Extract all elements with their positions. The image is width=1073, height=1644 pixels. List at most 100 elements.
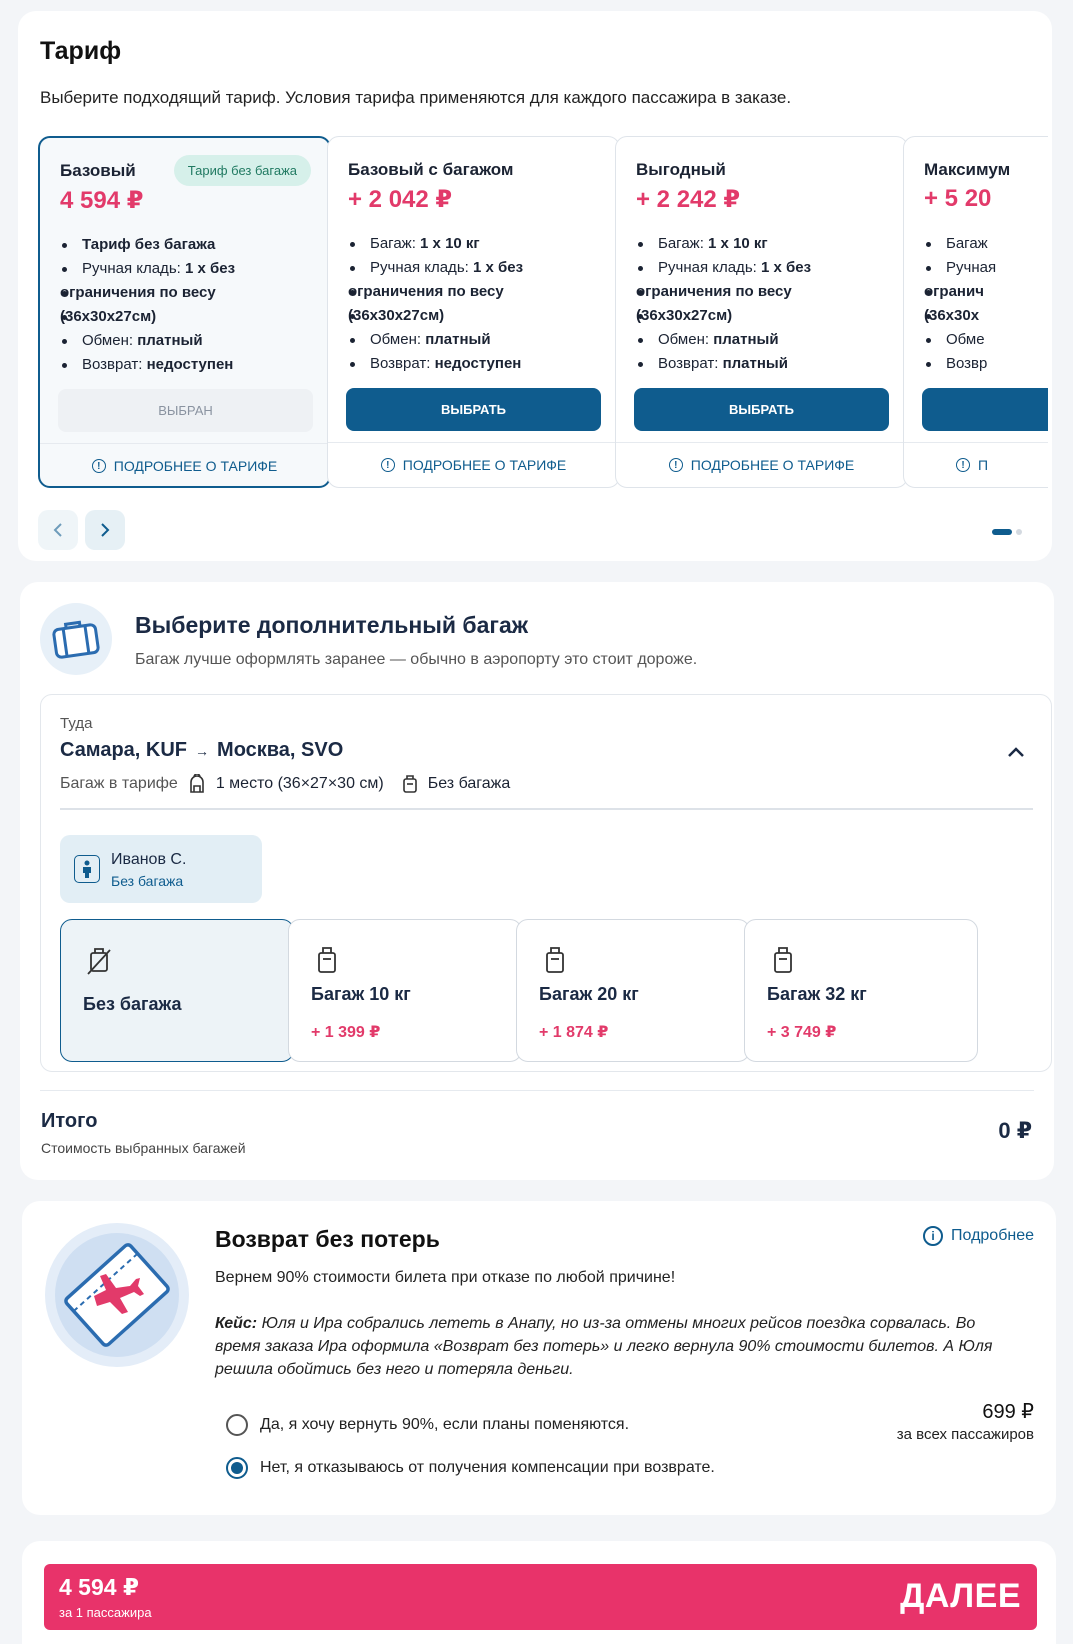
select-button[interactable]: ВЫБРАТЬ [346,388,601,431]
tariff-details-label: ПОДРОБНЕЕ О ТАРИФЕ [402,457,567,473]
feature-item-cont: ограничения по весу [636,280,896,304]
passenger-name: Иванов С. [111,851,187,868]
tariff-name: Базовый [60,161,136,180]
refund-details-link[interactable]: i Подробнее [923,1226,1034,1246]
tariff-name: Базовый с багажом [348,160,514,179]
feature-item: Обмен: платный [60,329,320,353]
pagination-dot-active[interactable] [992,529,1012,535]
tariff-card-basic[interactable]: Базовый Тариф без багажа 4 594 ₽ Тариф б… [38,136,331,488]
tariff-details-label: П [978,457,989,473]
info-icon: ! [91,459,106,473]
feature-item: Возврат: недоступен [348,352,608,376]
chevron-right-icon [101,523,110,537]
select-button[interactable]: ВЫБРАТЬ [634,388,889,431]
included-label: Багаж в тарифе [60,775,178,792]
divider [328,442,619,443]
refund-title: Возврат без потерь [215,1226,440,1252]
feature-item-cont: (36х30х [924,304,1048,328]
route: Самара, KUF → Москва, SVO [60,739,343,762]
flight-leg-panel: Туда Самара, KUF → Москва, SVO Багаж в т… [40,694,1052,1072]
luggage-icon [318,947,336,973]
tariff-details-link[interactable]: ! ПОДРОБНЕЕ О ТАРИФЕ [616,457,907,473]
suitcase-icon [40,603,112,675]
total-subtitle: Стоимость выбранных багажей [41,1140,246,1156]
tariff-section: Тариф Выберите подходящий тариф. Условия… [18,11,1052,561]
route-from: Самара, KUF [60,739,188,761]
tariff-price: 4 594 ₽ [60,187,144,214]
divider [40,443,329,444]
tariff-details-link[interactable]: ! ПОДРОБНЕЕ О ТАРИФЕ [328,457,619,473]
checkout-footer: 4 594 ₽ за 1 пассажира ДАЛЕЕ [22,1541,1056,1644]
tariff-details-label: ПОДРОБНЕЕ О ТАРИФЕ [113,458,278,474]
total-value: 0 ₽ [998,1118,1032,1143]
arrow-right-icon: → [195,742,210,759]
baggage-option-32kg[interactable]: Багаж 32 кг + 3 749 ₽ [744,919,978,1062]
divider [904,442,1048,443]
luggage-icon [546,947,564,973]
refund-option-no[interactable]: Нет, я отказываюсь от получения компенса… [226,1457,715,1479]
baggage-option-20kg[interactable]: Багаж 20 кг + 1 874 ₽ [516,919,750,1062]
tariff-details-link[interactable]: ! ПОДРОБНЕЕ О ТАРИФЕ [40,458,329,474]
feature-item: Багаж: 1 х 10 кг [636,232,896,256]
feature-item-cont: (36х30х27см) [636,304,896,328]
info-icon: ! [380,458,395,472]
tariff-card-maximum[interactable]: Максимум + 5 20 Багаж Ручная огранич (36… [903,136,1048,488]
tariff-details-link[interactable]: ! П [904,457,1048,473]
divider [40,1090,1034,1091]
baggage-option-label: Багаж 20 кг [539,984,639,1004]
chevron-up-icon[interactable] [1007,743,1025,761]
feature-item: Ручная кладь: 1 х без [60,257,320,281]
feature-item: Ручная кладь: 1 х без [636,256,896,280]
feature-item: Ручная [924,256,1048,280]
next-button[interactable]: 4 594 ₽ за 1 пассажира ДАЛЕЕ [44,1564,1037,1630]
radio-checked[interactable] [226,1457,248,1479]
footer-price-note: за 1 пассажира [59,1605,152,1620]
tariff-features: Тариф без багажа Ручная кладь: 1 х без о… [60,233,320,377]
feature-item-cont: ограничения по весу [60,281,320,305]
refund-option-yes[interactable]: Да, я хочу вернуть 90%, если планы помен… [226,1414,629,1436]
tariff-features: Багаж: 1 х 10 кг Ручная кладь: 1 х без о… [636,232,896,376]
carousel-prev-button[interactable] [38,510,78,550]
tariff-price: + 2 042 ₽ [348,186,453,213]
feature-item: Обме [924,328,1048,352]
baggage-option-10kg[interactable]: Багаж 10 кг + 1 399 ₽ [288,919,522,1062]
refund-case-text: Кейс: Юля и Ира собрались лететь в Анапу… [215,1312,1015,1381]
feature-item: Обмен: платный [636,328,896,352]
tariff-features: Багаж Ручная огранич (36х30х Обме Возвр [924,232,1048,376]
case-label: Кейс: [215,1315,258,1332]
baggage-option-price: + 1 399 ₽ [311,1024,381,1041]
case-body: Юля и Ира собрались лететь в Анапу, но и… [215,1315,993,1378]
tariff-card-basic-baggage[interactable]: Базовый с багажом + 2 042 ₽ Багаж: 1 х 1… [327,136,620,488]
tariff-subtitle: Выберите подходящий тариф. Условия тариф… [40,88,792,107]
divider [60,808,1033,810]
passenger-tab[interactable]: Иванов С. Без багажа [60,835,262,903]
select-button[interactable] [922,388,1048,431]
tariff-card-profitable[interactable]: Выгодный + 2 242 ₽ Багаж: 1 х 10 кг Ручн… [615,136,908,488]
selected-button[interactable]: ВЫБРАН [58,389,313,432]
refund-price: 699 ₽ [982,1401,1034,1423]
hand-luggage-value: 1 место (36×27×30 см) [215,775,384,792]
chevron-left-icon [53,523,62,537]
baggage-option-price: + 3 749 ₽ [767,1024,837,1041]
radio-unchecked[interactable] [226,1414,248,1436]
carousel-next-button[interactable] [85,510,125,550]
tariff-title: Тариф [40,37,122,65]
footer-price: 4 594 ₽ [59,1574,139,1600]
baggage-section: Выберите дополнительный багаж Багаж лучш… [20,582,1054,1180]
refund-description: Вернем 90% стоимости билета при отказе п… [215,1269,676,1286]
baggage-option-price: + 1 874 ₽ [539,1024,609,1041]
included-baggage: Багаж в тарифе 1 место (36×27×30 см) Без… [60,774,510,794]
next-label: ДАЛЕЕ [900,1577,1021,1615]
pagination-dot[interactable] [1016,529,1022,535]
tariff-features: Багаж: 1 х 10 кг Ручная кладь: 1 х без о… [348,232,608,376]
baggage-option-none[interactable]: Без багажа [60,919,294,1062]
refund-price-note: за всех пассажиров [896,1426,1034,1443]
route-to: Москва, SVO [217,739,344,761]
feature-item: Обмен: платный [348,328,608,352]
total-label: Итого [41,1110,98,1132]
baggage-title: Выберите дополнительный багаж [135,612,529,638]
feature-item-cont: (36х30х27см) [348,304,608,328]
refund-protection-section: Возврат без потерь i Подробнее Вернем 90… [22,1201,1056,1515]
baggage-option-label: Без багажа [83,994,182,1014]
info-icon: ! [668,458,683,472]
